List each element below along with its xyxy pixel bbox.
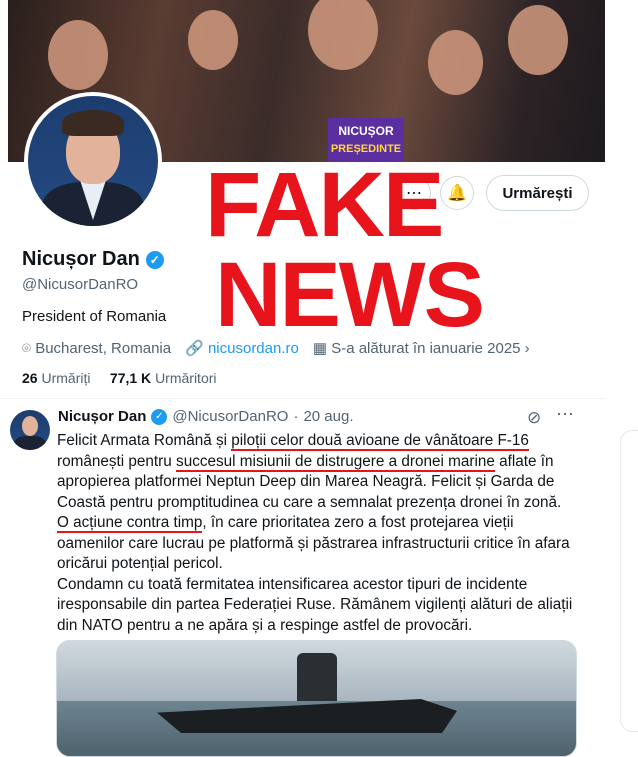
fake-news-overlay: FAKE NEWS: [205, 154, 545, 346]
fake-news-line2: NEWS: [215, 244, 485, 346]
tweet-date[interactable]: 20 aug.: [303, 408, 353, 425]
underline-mission: succesul misiunii de distrugere a dronei…: [176, 452, 495, 472]
underline-f16: piloții celor două avioane de vânătoare …: [231, 432, 529, 451]
sign-line1: NICUȘOR: [338, 124, 394, 138]
tweet-header: Nicușor Dan ✓ @NicusorDanRO · 20 aug.: [58, 408, 354, 425]
grok-icon[interactable]: ⊘: [527, 408, 541, 428]
crowd-figure: [308, 0, 378, 70]
tweet-media-image[interactable]: [56, 640, 577, 757]
followers-stat[interactable]: 77,1 K Urmăritori: [110, 370, 217, 386]
profile-counts: 26 Urmăriți 77,1 K Urmăritori: [22, 370, 217, 386]
tweet-paragraph-2: Condamn cu toată fermitatea intensificar…: [57, 575, 573, 634]
tweet-author-name[interactable]: Nicușor Dan: [58, 408, 146, 425]
tweet-text: Felicit Armata Română și piloții celor d…: [57, 431, 577, 636]
verified-badge-icon: ✓: [145, 250, 164, 269]
crowd-figure: [428, 30, 483, 95]
tweet-dot: ·: [293, 408, 299, 425]
sidebar-card: [620, 430, 638, 732]
crowd-figure: [48, 20, 108, 90]
chevron-right-icon: ›: [524, 340, 530, 357]
tweet-avatar[interactable]: [10, 410, 50, 450]
profile-handle: @NicusorDanRO: [22, 276, 139, 293]
tweet[interactable]: Nicușor Dan ✓ @NicusorDanRO · 20 aug. ⊘ …: [0, 400, 605, 757]
underline-action: O acțiune contra timp: [57, 514, 203, 533]
profile-avatar[interactable]: [24, 92, 162, 230]
profile-name: Nicușor Dan: [22, 248, 140, 270]
profile-name-row: Nicușor Dan ✓: [22, 248, 164, 271]
following-stat[interactable]: 26 Urmăriți: [22, 370, 90, 386]
location-icon: ⌾: [22, 339, 32, 357]
divider: [0, 398, 605, 399]
crowd-figure: [508, 5, 568, 75]
location-item: ⌾ Bucharest, Romania: [22, 339, 172, 357]
tweet-more-icon[interactable]: ⋯: [556, 404, 575, 425]
verified-badge-icon: ✓: [151, 408, 168, 425]
profile-bio: President of Romania: [22, 308, 167, 325]
link-icon: 🔗: [185, 340, 204, 357]
tweet-author-handle[interactable]: @NicusorDanRO: [172, 408, 288, 425]
crowd-figure: [188, 10, 238, 70]
fake-news-line1: FAKE: [205, 154, 444, 256]
